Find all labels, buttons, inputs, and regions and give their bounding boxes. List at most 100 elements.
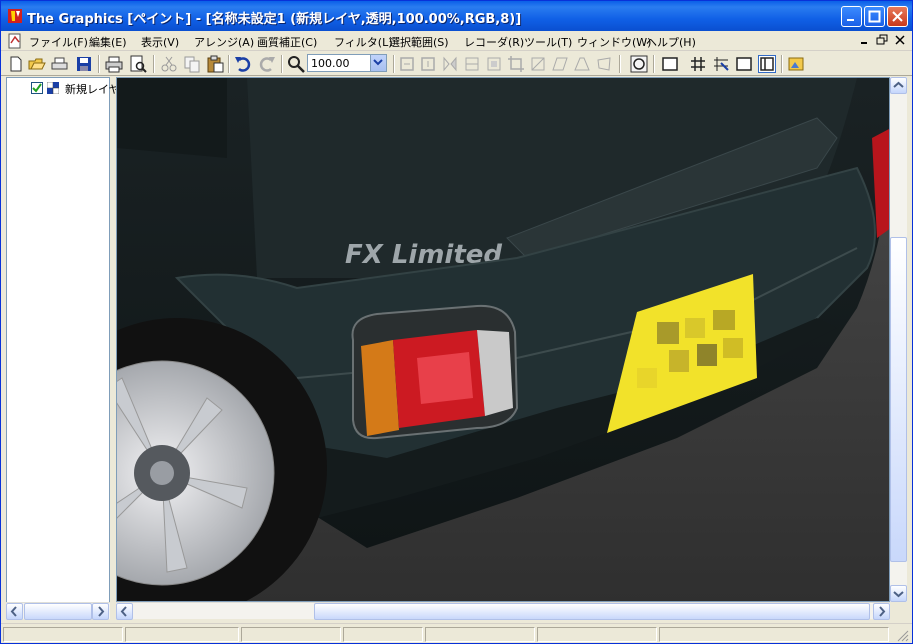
tree-horizontal-scrollbar[interactable] — [6, 602, 110, 620]
transform-button[interactable] — [529, 55, 547, 73]
distort-button[interactable] — [595, 55, 613, 73]
resize-button[interactable] — [485, 55, 503, 73]
print-preview-icon — [130, 55, 147, 73]
scroll-thumb[interactable] — [314, 603, 870, 620]
rotate-right-button[interactable] — [419, 55, 437, 73]
scroll-right-button[interactable] — [873, 603, 890, 620]
status-bar — [1, 623, 912, 643]
scroll-right-button[interactable] — [92, 603, 109, 620]
skew-button[interactable] — [551, 55, 569, 73]
chevron-left-icon — [120, 606, 127, 617]
close-button[interactable] — [887, 6, 908, 27]
menu-view[interactable]: 表示(V) — [141, 34, 179, 50]
layer-visibility-checkbox[interactable] — [31, 82, 43, 94]
image-library-button[interactable] — [787, 55, 805, 73]
minimize-button[interactable] — [841, 6, 862, 27]
scroll-up-button[interactable] — [890, 77, 907, 94]
save-icon — [77, 57, 91, 71]
menu-selection[interactable]: 選択範囲(S) — [389, 34, 449, 50]
canvas-icon — [736, 57, 752, 71]
scrollbar-corner — [890, 602, 907, 619]
print-preview-button[interactable] — [129, 55, 147, 73]
perspective-button[interactable] — [573, 55, 591, 73]
scroll-down-button[interactable] — [890, 585, 907, 602]
scroll-thumb[interactable] — [890, 237, 907, 562]
menu-help[interactable]: ヘルプ(H) — [646, 34, 696, 50]
scan-button[interactable] — [51, 55, 69, 73]
skew-icon — [552, 57, 568, 71]
lasso-icon — [630, 55, 648, 73]
redo-button[interactable] — [258, 55, 276, 73]
status-cell — [659, 627, 889, 642]
save-button[interactable] — [75, 55, 93, 73]
rotate-right-icon — [421, 57, 435, 71]
grid-icon — [691, 57, 705, 71]
chevron-down-icon — [373, 59, 383, 66]
panel-icon — [760, 57, 774, 71]
title-bar[interactable]: The Graphics [ペイント] - [名称未設定1 (新規レイヤ,透明,… — [1, 1, 912, 31]
undo-button[interactable] — [234, 55, 252, 73]
cut-button[interactable] — [160, 55, 178, 73]
menu-file[interactable]: ファイル(F) — [29, 34, 88, 50]
undo-icon — [235, 57, 251, 72]
menu-tools[interactable]: ツール(T) — [524, 34, 572, 50]
document-icon[interactable] — [7, 33, 23, 49]
panel-toggle-button[interactable] — [758, 55, 776, 73]
frame-button[interactable] — [661, 55, 679, 73]
rotate-left-button[interactable] — [398, 55, 416, 73]
grid-button[interactable] — [689, 55, 707, 73]
chevron-left-icon — [10, 606, 17, 617]
chevron-right-icon — [879, 606, 886, 617]
menu-bar: ファイル(F) 編集(E) 表示(V) アレンジ(A) 画質補正(C) フィルタ… — [1, 31, 912, 51]
printer-icon — [105, 56, 123, 73]
mdi-close-button[interactable] — [893, 34, 907, 47]
rotate-left-icon — [400, 57, 414, 71]
minimize-icon — [861, 42, 867, 44]
lasso-button[interactable] — [630, 55, 648, 73]
new-file-button[interactable] — [7, 55, 25, 73]
scroll-left-button[interactable] — [116, 603, 133, 620]
zoom-dropdown-button[interactable] — [370, 55, 386, 71]
menu-recorder[interactable]: レコーダ(R) — [464, 34, 524, 50]
maximize-button[interactable] — [864, 6, 885, 27]
app-logo-icon — [8, 9, 22, 23]
zoom-combobox[interactable]: 100.00 — [307, 54, 387, 72]
print-button[interactable] — [105, 55, 123, 73]
cut-icon — [161, 56, 177, 72]
flip-vertical-icon — [465, 57, 479, 71]
zoom-value: 100.00 — [311, 57, 350, 70]
crop-button[interactable] — [507, 55, 525, 73]
resize-icon — [487, 57, 501, 71]
layer-name[interactable]: 新規レイヤ — [65, 81, 120, 97]
mdi-restore-button[interactable] — [875, 34, 889, 47]
menu-edit[interactable]: 編集(E) — [89, 34, 127, 50]
flip-vertical-button[interactable] — [463, 55, 481, 73]
copy-button[interactable] — [183, 55, 201, 73]
flip-horizontal-button[interactable] — [441, 55, 459, 73]
menu-filter[interactable]: フィルタ(L) — [334, 34, 393, 50]
mdi-minimize-button[interactable] — [858, 34, 872, 47]
paste-icon — [207, 55, 224, 73]
canvas-vertical-scrollbar[interactable] — [890, 77, 907, 602]
canvas-horizontal-scrollbar[interactable] — [116, 602, 890, 620]
paste-button[interactable] — [206, 55, 224, 73]
zoom-tool-button[interactable] — [287, 55, 305, 73]
snap-button[interactable] — [712, 55, 730, 73]
scroll-thumb[interactable] — [24, 603, 92, 620]
perspective-icon — [574, 57, 590, 71]
status-cell — [3, 627, 123, 642]
menu-image-correct[interactable]: 画質補正(C) — [257, 34, 317, 50]
scroll-left-button[interactable] — [6, 603, 23, 620]
resize-grip-icon[interactable] — [897, 630, 909, 642]
image-canvas[interactable]: FX Limited — [116, 77, 890, 602]
maximize-icon — [868, 10, 881, 23]
open-button[interactable] — [28, 55, 46, 73]
scanner-icon — [51, 57, 68, 70]
menu-window[interactable]: ウィンドウ(W) — [577, 34, 651, 50]
menu-arrange[interactable]: アレンジ(A) — [194, 34, 254, 50]
redo-icon — [259, 57, 275, 72]
status-cell — [125, 627, 239, 642]
frame-icon — [662, 57, 678, 71]
canvas-button[interactable] — [735, 55, 753, 73]
flip-horizontal-icon — [443, 56, 457, 72]
